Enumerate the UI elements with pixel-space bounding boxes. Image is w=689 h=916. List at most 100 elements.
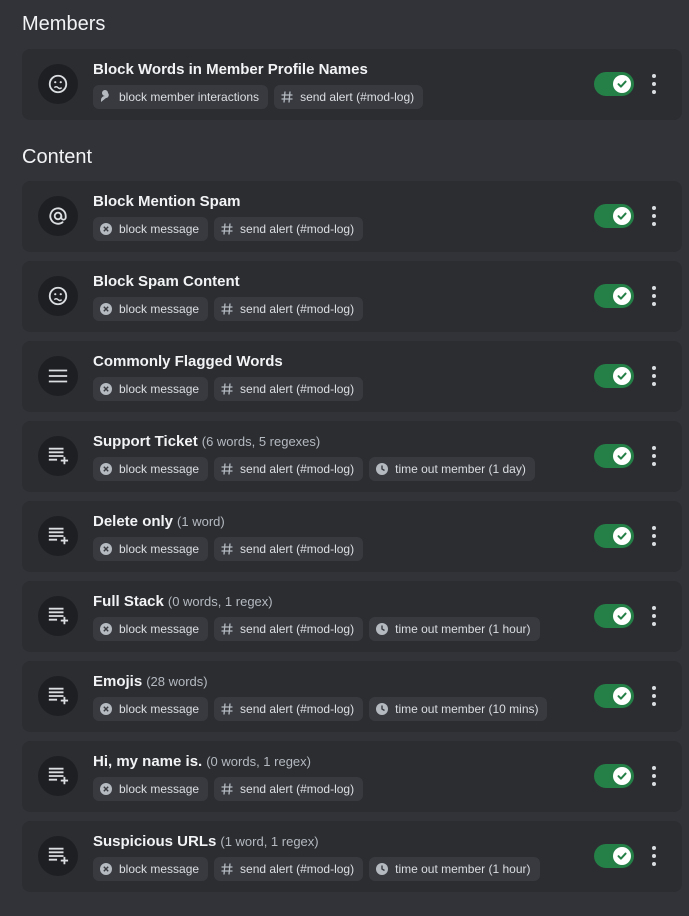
more-options-icon[interactable]	[646, 524, 662, 548]
rule-title: Hi, my name is.	[93, 753, 203, 770]
rule-actions: block member interactions send alert (#m…	[93, 85, 424, 109]
more-options-icon[interactable]	[646, 844, 662, 868]
rule-actions: block message send alert (#mod-log) time…	[93, 857, 540, 881]
rule-actions: block message send alert (#mod-log)	[93, 537, 364, 561]
block-x-icon	[99, 782, 113, 796]
list-add-icon	[38, 516, 78, 556]
member-interaction-icon	[99, 90, 113, 104]
check-icon	[613, 607, 631, 625]
rule-enabled-toggle[interactable]	[594, 684, 634, 708]
rule-enabled-toggle[interactable]	[594, 444, 634, 468]
rule-title: Commonly Flagged Words	[93, 353, 283, 370]
list-icon	[38, 356, 78, 396]
rule-subtitle: (28 words)	[146, 674, 208, 689]
check-icon	[613, 207, 631, 225]
rule-title: Block Mention Spam	[93, 193, 241, 210]
timeout-clock-icon	[375, 462, 389, 476]
hash-icon	[220, 382, 234, 396]
rule-enabled-toggle[interactable]	[594, 72, 634, 96]
more-options-icon[interactable]	[646, 284, 662, 308]
more-options-icon[interactable]	[646, 764, 662, 788]
rule-enabled-toggle[interactable]	[594, 604, 634, 628]
rule-enabled-toggle[interactable]	[594, 284, 634, 308]
list-add-icon	[38, 436, 78, 476]
hash-icon	[220, 782, 234, 796]
rule-actions: block message send alert (#mod-log) time…	[93, 457, 535, 481]
action-chip: send alert (#mod-log)	[214, 537, 364, 561]
action-chip: send alert (#mod-log)	[214, 697, 364, 721]
action-chip: send alert (#mod-log)	[214, 617, 364, 641]
action-chip: block message	[93, 777, 209, 801]
check-icon	[613, 447, 631, 465]
rule-block-spam-content[interactable]: Block Spam Content block message send al…	[22, 261, 682, 332]
rule-actions: block message send alert (#mod-log) time…	[93, 697, 548, 721]
rule-subtitle: (1 word)	[177, 514, 225, 529]
action-label: block message	[119, 782, 200, 796]
check-icon	[613, 527, 631, 545]
check-icon	[613, 687, 631, 705]
section-title-members: Members	[22, 13, 106, 35]
rule-block-profile-names[interactable]: Block Words in Member Profile Names bloc…	[22, 49, 682, 120]
action-chip: block message	[93, 457, 209, 481]
block-x-icon	[99, 702, 113, 716]
block-x-icon	[99, 862, 113, 876]
action-label: block message	[119, 622, 200, 636]
at-sign-icon	[38, 196, 78, 236]
more-options-icon[interactable]	[646, 684, 662, 708]
hash-icon	[220, 702, 234, 716]
rule-actions: block message send alert (#mod-log)	[93, 377, 364, 401]
action-chip: block message	[93, 217, 209, 241]
more-options-icon[interactable]	[646, 444, 662, 468]
check-icon	[613, 75, 631, 93]
rule-enabled-toggle[interactable]	[594, 524, 634, 548]
rule-suspicious-urls[interactable]: Suspicious URLs (1 word, 1 regex) block m…	[22, 821, 682, 892]
action-chip: block message	[93, 377, 209, 401]
rule-actions: block message send alert (#mod-log) time…	[93, 617, 540, 641]
more-options-icon[interactable]	[646, 604, 662, 628]
action-label: send alert (#mod-log)	[240, 542, 355, 556]
action-label: send alert (#mod-log)	[240, 222, 355, 236]
rule-actions: block message send alert (#mod-log)	[93, 217, 364, 241]
rule-actions: block message send alert (#mod-log)	[93, 297, 364, 321]
action-chip: send alert (#mod-log)	[214, 377, 364, 401]
action-label: send alert (#mod-log)	[240, 702, 355, 716]
action-label: block message	[119, 462, 200, 476]
rule-delete-only[interactable]: Delete only (1 word) block message send a…	[22, 501, 682, 572]
emoji-face-icon	[38, 64, 78, 104]
action-chip: block message	[93, 857, 209, 881]
action-label: send alert (#mod-log)	[240, 782, 355, 796]
check-icon	[613, 367, 631, 385]
rule-title: Suspicious URLs	[93, 833, 217, 850]
action-chip: time out member (1 hour)	[369, 617, 540, 641]
hash-icon	[220, 622, 234, 636]
timeout-clock-icon	[375, 622, 389, 636]
rule-subtitle: (6 words, 5 regexes)	[201, 434, 321, 449]
block-x-icon	[99, 222, 113, 236]
timeout-clock-icon	[375, 862, 389, 876]
rule-actions: block message send alert (#mod-log)	[93, 777, 364, 801]
rule-support-ticket[interactable]: Support Ticket (6 words, 5 regexes) block…	[22, 421, 682, 492]
rule-hi-my-name-is[interactable]: Hi, my name is. (0 words, 1 regex) block …	[22, 741, 682, 812]
rule-commonly-flagged-words[interactable]: Commonly Flagged Words block message sen…	[22, 341, 682, 412]
more-options-icon[interactable]	[646, 72, 662, 96]
more-options-icon[interactable]	[646, 364, 662, 388]
rule-enabled-toggle[interactable]	[594, 364, 634, 388]
rule-enabled-toggle[interactable]	[594, 764, 634, 788]
action-chip: send alert (#mod-log)	[214, 777, 364, 801]
action-chip: time out member (1 hour)	[369, 857, 540, 881]
action-label: send alert (#mod-log)	[240, 862, 355, 876]
rule-subtitle: (0 words, 1 regex)	[206, 754, 311, 769]
rule-enabled-toggle[interactable]	[594, 204, 634, 228]
rule-emojis[interactable]: Emojis (28 words) block message send aler…	[22, 661, 682, 732]
hash-icon	[220, 542, 234, 556]
action-chip: send alert (#mod-log)	[274, 85, 424, 109]
rule-enabled-toggle[interactable]	[594, 844, 634, 868]
action-label: time out member (1 day)	[395, 462, 526, 476]
action-chip: block message	[93, 617, 209, 641]
action-label: send alert (#mod-log)	[300, 90, 415, 104]
action-chip: block message	[93, 697, 209, 721]
rule-block-mention-spam[interactable]: Block Mention Spam block message send al…	[22, 181, 682, 252]
action-chip: time out member (10 mins)	[369, 697, 548, 721]
rule-full-stack[interactable]: Full Stack (0 words, 1 regex) block messa…	[22, 581, 682, 652]
more-options-icon[interactable]	[646, 204, 662, 228]
